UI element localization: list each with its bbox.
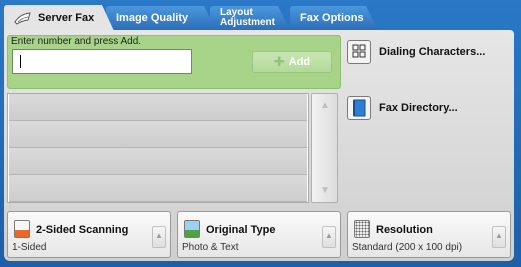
tab-label: Image Quality <box>116 12 189 24</box>
tab-server-fax[interactable]: Server Fax <box>4 5 114 31</box>
keypad-icon <box>347 40 371 64</box>
list-item[interactable] <box>9 94 307 121</box>
tab-fax-options[interactable]: Fax Options <box>290 6 378 30</box>
button-value: Photo & Text <box>182 242 239 253</box>
two-sided-scanning-button[interactable]: 2-Sided Scanning 1-Sided ▲ <box>7 211 171 258</box>
add-button[interactable]: ✚ Add <box>252 51 332 73</box>
plus-icon: ✚ <box>273 54 285 69</box>
resolution-button[interactable]: Resolution Standard (200 x 100 dpi) ▲ <box>347 211 511 258</box>
scroll-up-icon[interactable]: ▲ <box>320 100 330 111</box>
original-type-button[interactable]: Original Type Photo & Text ▲ <box>177 211 341 258</box>
add-label: Add <box>288 56 311 68</box>
resolution-icon <box>354 220 370 238</box>
text-cursor <box>20 55 21 68</box>
book-icon <box>347 96 371 120</box>
tab-label: Fax Options <box>300 12 364 24</box>
scroll-down-icon[interactable]: ▼ <box>320 185 330 196</box>
list-item[interactable] <box>9 175 307 202</box>
button-value: 1-Sided <box>12 242 47 253</box>
button-value: Standard (200 x 100 dpi) <box>352 242 463 253</box>
fax-directory-button[interactable]: Fax Directory... <box>347 94 515 122</box>
list-item[interactable] <box>9 121 307 148</box>
tab-label-line2: Adjustment <box>220 17 275 28</box>
server-fax-icon <box>14 10 32 26</box>
dialing-characters-button[interactable]: Dialing Characters... <box>347 38 515 66</box>
fax-number-input[interactable] <box>12 49 192 74</box>
chevron-up-icon: ▲ <box>152 226 166 248</box>
two-sided-icon <box>14 220 30 238</box>
tab-layout-adjustment[interactable]: Layout Adjustment <box>210 6 290 30</box>
tab-label: Server Fax <box>38 12 95 24</box>
original-type-icon <box>184 220 200 238</box>
button-title: Resolution <box>376 224 433 236</box>
dialing-characters-label: Dialing Characters... <box>379 46 486 58</box>
button-title: Original Type <box>206 224 276 236</box>
list-item[interactable] <box>9 148 307 175</box>
chevron-up-icon: ▲ <box>492 226 506 248</box>
fax-directory-label: Fax Directory... <box>379 102 458 114</box>
button-title: 2-Sided Scanning <box>36 224 129 236</box>
recipient-list <box>7 93 309 203</box>
chevron-up-icon: ▲ <box>322 226 336 248</box>
list-scrollbar[interactable]: ▲ ▼ <box>311 93 338 203</box>
tab-image-quality[interactable]: Image Quality <box>106 6 216 30</box>
entry-instruction: Enter number and press Add. <box>11 36 142 47</box>
